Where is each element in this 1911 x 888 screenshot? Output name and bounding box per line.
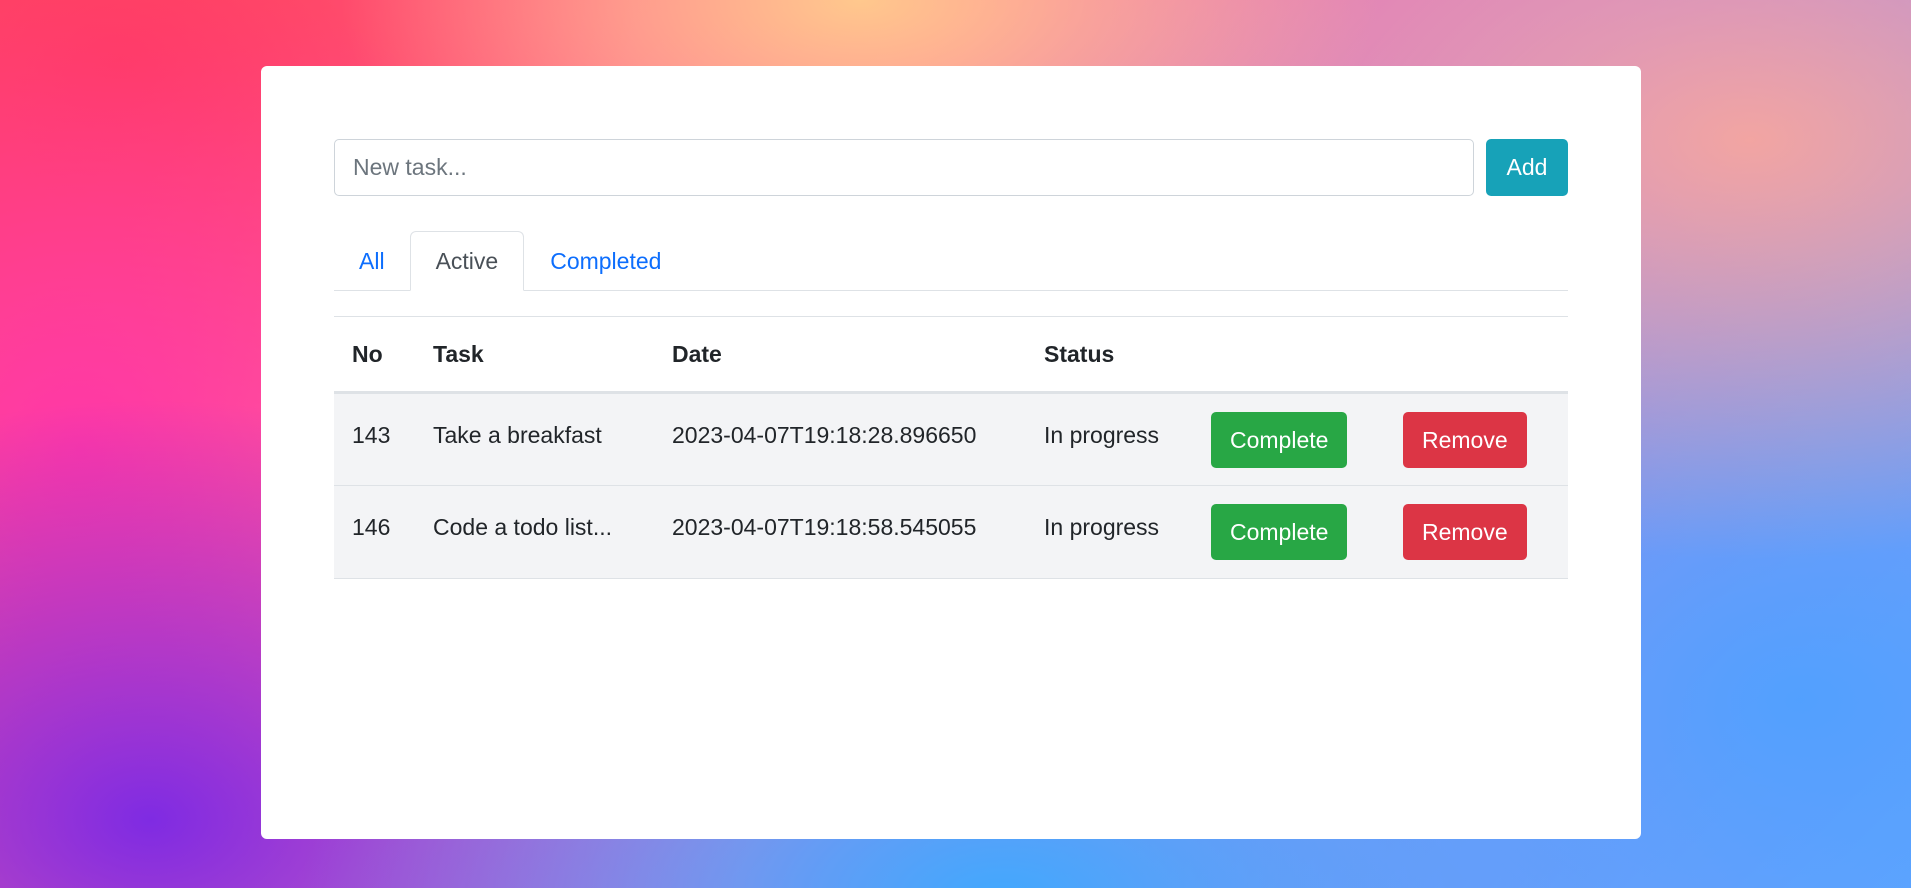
header-task: Task bbox=[415, 316, 654, 394]
filter-tabs: All Active Completed bbox=[334, 231, 1568, 291]
header-no: No bbox=[334, 316, 415, 394]
header-date: Date bbox=[654, 316, 1026, 394]
remove-button[interactable]: Remove bbox=[1403, 504, 1527, 560]
cell-date: 2023-04-07T19:18:28.896650 bbox=[654, 392, 1026, 486]
new-task-form: Add bbox=[334, 139, 1568, 196]
cell-task: Take a breakfast bbox=[415, 392, 654, 486]
tab-completed[interactable]: Completed bbox=[524, 231, 687, 291]
table-row: 143 Take a breakfast 2023-04-07T19:18:28… bbox=[334, 392, 1568, 486]
cell-complete: Complete bbox=[1193, 392, 1385, 486]
remove-button[interactable]: Remove bbox=[1403, 412, 1527, 468]
cell-remove: Remove bbox=[1385, 485, 1568, 579]
todo-card: Add All Active Completed No Task Date St… bbox=[261, 66, 1641, 839]
complete-button[interactable]: Complete bbox=[1211, 412, 1348, 468]
cell-no: 143 bbox=[334, 392, 415, 486]
header-action-complete bbox=[1193, 316, 1385, 394]
cell-status: In progress bbox=[1026, 485, 1193, 579]
new-task-input[interactable] bbox=[334, 139, 1474, 196]
table-header-row: No Task Date Status bbox=[334, 316, 1568, 394]
header-status: Status bbox=[1026, 316, 1193, 394]
cell-date: 2023-04-07T19:18:58.545055 bbox=[654, 485, 1026, 579]
add-task-button[interactable]: Add bbox=[1486, 139, 1568, 196]
cell-no: 146 bbox=[334, 485, 415, 579]
cell-status: In progress bbox=[1026, 392, 1193, 486]
cell-complete: Complete bbox=[1193, 485, 1385, 579]
cell-remove: Remove bbox=[1385, 392, 1568, 486]
task-table: No Task Date Status 143 Take a breakfast… bbox=[334, 316, 1568, 579]
table-row: 146 Code a todo list... 2023-04-07T19:18… bbox=[334, 485, 1568, 579]
header-action-remove bbox=[1385, 316, 1568, 394]
complete-button[interactable]: Complete bbox=[1211, 504, 1348, 560]
tab-all[interactable]: All bbox=[334, 231, 410, 291]
cell-task: Code a todo list... bbox=[415, 485, 654, 579]
tab-active[interactable]: Active bbox=[409, 231, 525, 291]
